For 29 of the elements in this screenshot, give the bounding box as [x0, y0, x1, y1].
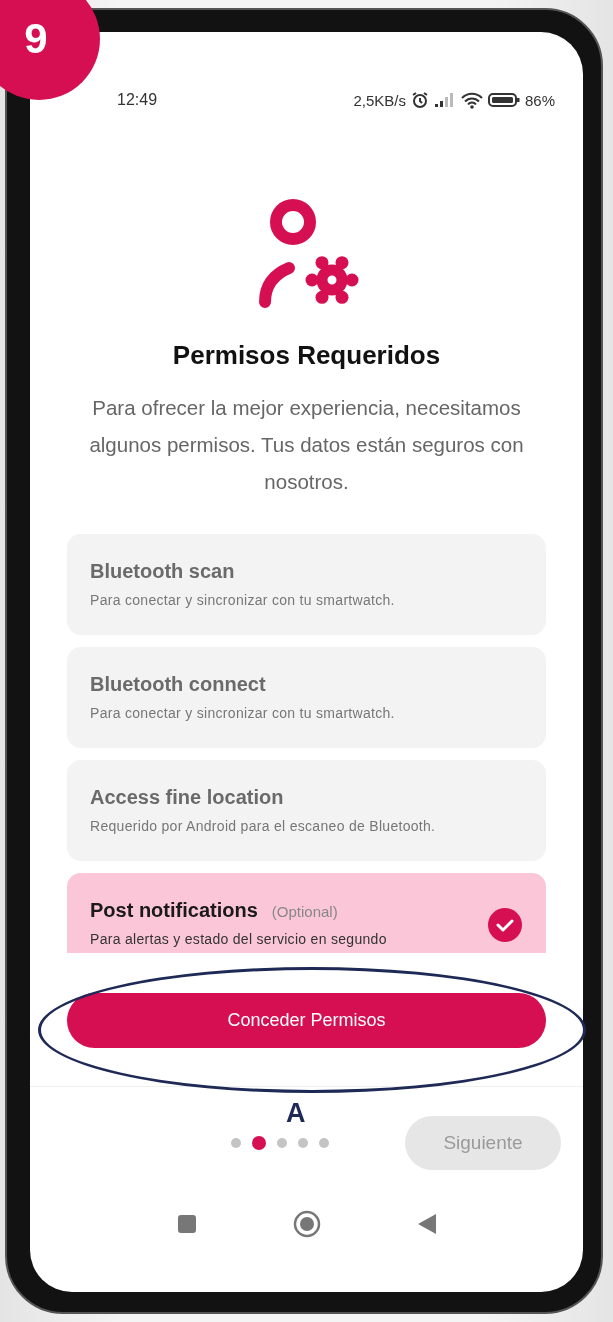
permission-title: Post notifications — [90, 899, 258, 922]
wifi-icon — [460, 91, 483, 109]
permission-title: Bluetooth scan — [90, 560, 235, 583]
permission-title: Access fine location — [90, 786, 284, 809]
home-icon[interactable] — [292, 1210, 321, 1238]
battery-icon — [487, 92, 520, 108]
screen-title: Permisos Requeridos — [172, 340, 441, 371]
optional-tag: (Optional) — [271, 903, 338, 920]
signal-icon — [433, 92, 456, 108]
permission-description: Requerido por Android para el escaneo de Bluetooth. — [90, 817, 437, 836]
permission-card[interactable]: Bluetooth scan Para conectar y sincronizar con tu smartwatch. — [67, 534, 546, 635]
alarm-icon — [410, 91, 429, 109]
step-badge: 9 — [0, 0, 100, 100]
network-speed: 2,5KB/s — [353, 91, 406, 109]
grant-permissions-button[interactable]: Conceder Permisos — [67, 993, 546, 1048]
permission-card[interactable]: Post notifications (Optional) Para alertas y estado del servicio en segundo — [67, 873, 546, 953]
back-icon[interactable] — [416, 1213, 437, 1235]
status-time: 12:49 — [117, 91, 158, 109]
permission-description: Para conectar y sincronizar con tu smartwatch. — [90, 591, 396, 610]
permission-title: Bluetooth connect — [90, 673, 266, 696]
callout-label: A — [286, 1098, 306, 1129]
battery-level: 86% — [524, 91, 555, 109]
permission-card[interactable]: Access fine location Requerido por Android para el escaneo de Bluetooth. — [67, 760, 546, 861]
recents-icon[interactable] — [176, 1214, 197, 1234]
permission-description: Para conectar y sincronizar con tu smartwatch. — [90, 704, 396, 723]
permission-card[interactable]: Bluetooth connect Para conectar y sincronizar con tu smartwatch. — [67, 647, 546, 748]
permission-description: Para alertas y estado del servicio en segundo — [90, 930, 388, 949]
check-icon — [488, 907, 522, 942]
screen-description: Para ofrecer la mejor experiencia, necesitamos algunos permisos. Tus datos están seguros con nosotros. — [88, 395, 525, 495]
